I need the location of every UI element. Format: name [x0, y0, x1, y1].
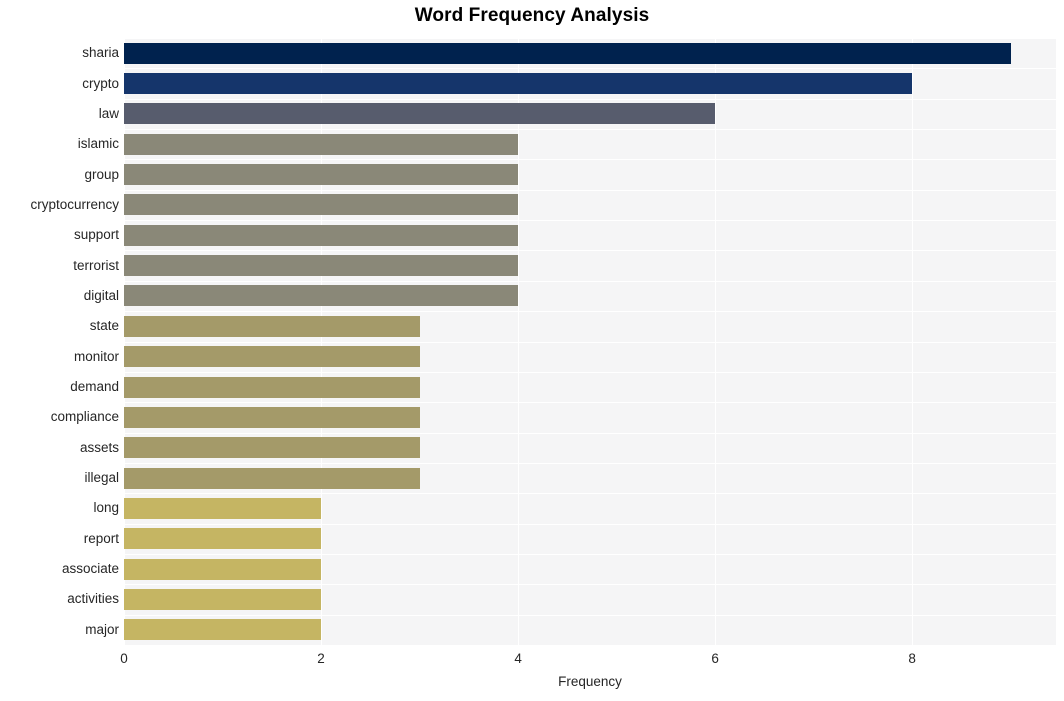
grid-line-horizontal [124, 159, 1056, 161]
grid-line-horizontal [124, 250, 1056, 252]
y-axis-tick-label: demand [70, 379, 119, 395]
bar[interactable] [124, 255, 519, 277]
grid-line-vertical [715, 38, 717, 645]
bar[interactable] [124, 164, 519, 186]
grid-line-horizontal [124, 98, 1056, 100]
word-frequency-chart: Word Frequency Analysis sharia crypto law i… [0, 0, 1064, 701]
grid-line-horizontal [124, 584, 1056, 586]
y-axis-tick-label: report [83, 530, 119, 546]
bar[interactable] [124, 285, 519, 307]
y-axis-tick-label: digital [83, 287, 119, 303]
grid-line-vertical [518, 38, 520, 645]
bar[interactable] [124, 588, 322, 610]
grid-line-horizontal [124, 129, 1056, 131]
y-axis-tick-label: terrorist [73, 257, 119, 273]
bar[interactable] [124, 346, 420, 368]
y-axis-tick-label: monitor [73, 348, 119, 364]
bar[interactable] [124, 133, 519, 155]
bar[interactable] [124, 467, 420, 489]
grid-line-horizontal [124, 38, 1056, 39]
bar[interactable] [124, 528, 322, 550]
bar[interactable] [124, 42, 1011, 64]
y-axis-tick-label: crypto [82, 75, 119, 91]
x-axis-tick-label: 8 [908, 651, 916, 666]
y-axis-tick-label: sharia [82, 45, 119, 61]
y-axis-tick-label: associate [61, 561, 119, 577]
bar[interactable] [124, 73, 913, 95]
grid-line-vertical [124, 38, 125, 645]
grid-line-horizontal [124, 462, 1056, 464]
y-axis-tick-label: major [85, 621, 119, 637]
y-axis-tick-label: compliance [50, 409, 119, 425]
grid-line-horizontal [124, 614, 1056, 616]
grid-line-horizontal [124, 493, 1056, 495]
grid-line-horizontal [124, 280, 1056, 282]
y-axis-tick-label: support [73, 227, 119, 243]
x-axis-tick-label: 6 [711, 651, 719, 666]
y-axis-tick-label: law [98, 105, 119, 121]
grid-line-horizontal [124, 341, 1056, 343]
bar[interactable] [124, 497, 322, 519]
bar[interactable] [124, 224, 519, 246]
bar[interactable] [124, 194, 519, 216]
grid-line-horizontal [124, 523, 1056, 525]
bar[interactable] [124, 437, 420, 459]
y-axis-tick-label: cryptocurrency [30, 196, 119, 212]
y-axis-tick-label: islamic [77, 136, 119, 152]
y-axis-tick-label: assets [79, 439, 119, 455]
y-axis-tick-label: long [93, 500, 119, 516]
plot-area [124, 38, 1056, 645]
grid-line-horizontal [124, 220, 1056, 222]
grid-line-horizontal [124, 402, 1056, 404]
grid-line-horizontal [124, 311, 1056, 313]
bar[interactable] [124, 103, 716, 125]
grid-line-horizontal [124, 68, 1056, 70]
x-axis-tick-label: 4 [514, 651, 522, 666]
grid-line-horizontal [124, 189, 1056, 191]
x-axis-tick-label: 2 [317, 651, 325, 666]
y-axis-tick-label: group [84, 166, 119, 182]
bar[interactable] [124, 558, 322, 580]
grid-line-horizontal [124, 553, 1056, 555]
y-axis-tick-label: illegal [84, 470, 119, 486]
grid-line-horizontal [124, 371, 1056, 373]
grid-line-vertical [321, 38, 323, 645]
x-axis-tick-label: 0 [120, 651, 128, 666]
grid-line-vertical [912, 38, 914, 645]
grid-line-horizontal [124, 432, 1056, 434]
bar[interactable] [124, 315, 420, 337]
bar[interactable] [124, 406, 420, 428]
y-axis-tick-label: activities [67, 591, 119, 607]
y-axis-tick-label: state [89, 318, 119, 334]
chart-title: Word Frequency Analysis [414, 5, 650, 26]
bar[interactable] [124, 376, 420, 398]
x-axis-title: Frequency [558, 674, 622, 689]
bar[interactable] [124, 619, 322, 641]
